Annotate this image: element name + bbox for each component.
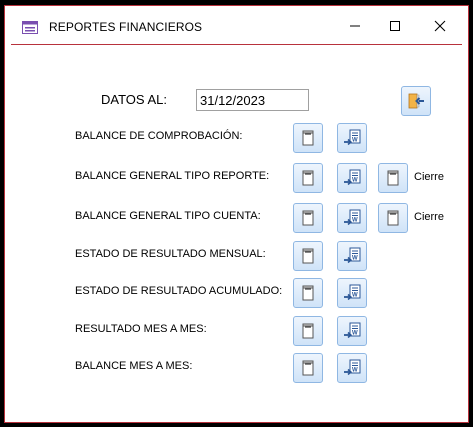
minimize-button[interactable] — [333, 11, 377, 41]
report-row-label: RESULTADO MES A MES: — [75, 323, 207, 335]
export-word-icon: W — [342, 168, 362, 188]
report-preview-icon — [299, 359, 317, 377]
datos-al-label: DATOS AL: — [101, 92, 167, 107]
report-row-label: BALANCE GENERAL TIPO REPORTE: — [75, 170, 270, 182]
svg-text:W: W — [352, 293, 358, 299]
svg-text:W: W — [352, 218, 358, 224]
export-word-button[interactable]: W — [337, 241, 367, 271]
report-row-label: ESTADO DE RESULTADO MENSUAL: — [75, 248, 266, 260]
cierre-report-button[interactable] — [378, 203, 408, 233]
svg-text:W: W — [352, 331, 358, 337]
report-preview-icon — [299, 209, 317, 227]
export-word-icon: W — [342, 208, 362, 228]
export-word-button[interactable]: W — [337, 123, 367, 153]
export-word-icon: W — [342, 246, 362, 266]
export-word-button[interactable]: W — [337, 163, 367, 193]
report-preview-icon — [299, 247, 317, 265]
close-icon — [434, 20, 446, 32]
report-preview-button[interactable] — [293, 203, 323, 233]
cierre-label: Cierre — [414, 211, 444, 223]
export-word-icon: W — [342, 358, 362, 378]
svg-text:W: W — [352, 256, 358, 262]
exit-door-icon — [408, 93, 424, 109]
report-preview-button[interactable] — [293, 123, 323, 153]
export-word-button[interactable]: W — [337, 278, 367, 308]
report-preview-icon — [299, 284, 317, 302]
title-bar[interactable]: REPORTES FINANCIEROS — [5, 6, 468, 44]
report-row-label: BALANCE DE COMPROBACIÓN: — [75, 130, 243, 142]
maximize-button[interactable] — [373, 11, 417, 41]
exit-button[interactable] — [401, 86, 431, 116]
minimize-icon — [350, 25, 360, 27]
report-preview-icon — [299, 169, 317, 187]
title-divider — [11, 44, 462, 45]
close-button[interactable] — [418, 11, 462, 41]
window-title: REPORTES FINANCIEROS — [49, 20, 203, 34]
export-word-button[interactable]: W — [337, 316, 367, 346]
report-preview-button[interactable] — [293, 163, 323, 193]
reportes-window: REPORTES FINANCIEROS DATOS AL: BALANCE D… — [4, 5, 469, 423]
svg-text:W: W — [352, 368, 358, 374]
date-field[interactable] — [196, 89, 309, 111]
svg-text:W: W — [352, 178, 358, 184]
report-row-label: ESTADO DE RESULTADO ACUMULADO: — [75, 285, 283, 297]
cierre-label: Cierre — [414, 171, 444, 183]
report-row-label: BALANCE GENERAL TIPO CUENTA: — [75, 210, 261, 222]
maximize-icon — [390, 21, 400, 31]
report-preview-icon — [384, 169, 402, 187]
report-preview-icon — [384, 209, 402, 227]
report-preview-button[interactable] — [293, 241, 323, 271]
export-word-icon: W — [342, 283, 362, 303]
report-row-label: BALANCE MES A MES: — [75, 360, 193, 372]
report-preview-button[interactable] — [293, 353, 323, 383]
report-preview-button[interactable] — [293, 278, 323, 308]
cierre-report-button[interactable] — [378, 163, 408, 193]
report-preview-icon — [299, 129, 317, 147]
export-word-icon: W — [342, 128, 362, 148]
report-preview-icon — [299, 322, 317, 340]
export-word-button[interactable]: W — [337, 353, 367, 383]
export-word-icon: W — [342, 321, 362, 341]
form-icon — [22, 21, 38, 34]
export-word-button[interactable]: W — [337, 203, 367, 233]
svg-text:W: W — [352, 138, 358, 144]
report-preview-button[interactable] — [293, 316, 323, 346]
